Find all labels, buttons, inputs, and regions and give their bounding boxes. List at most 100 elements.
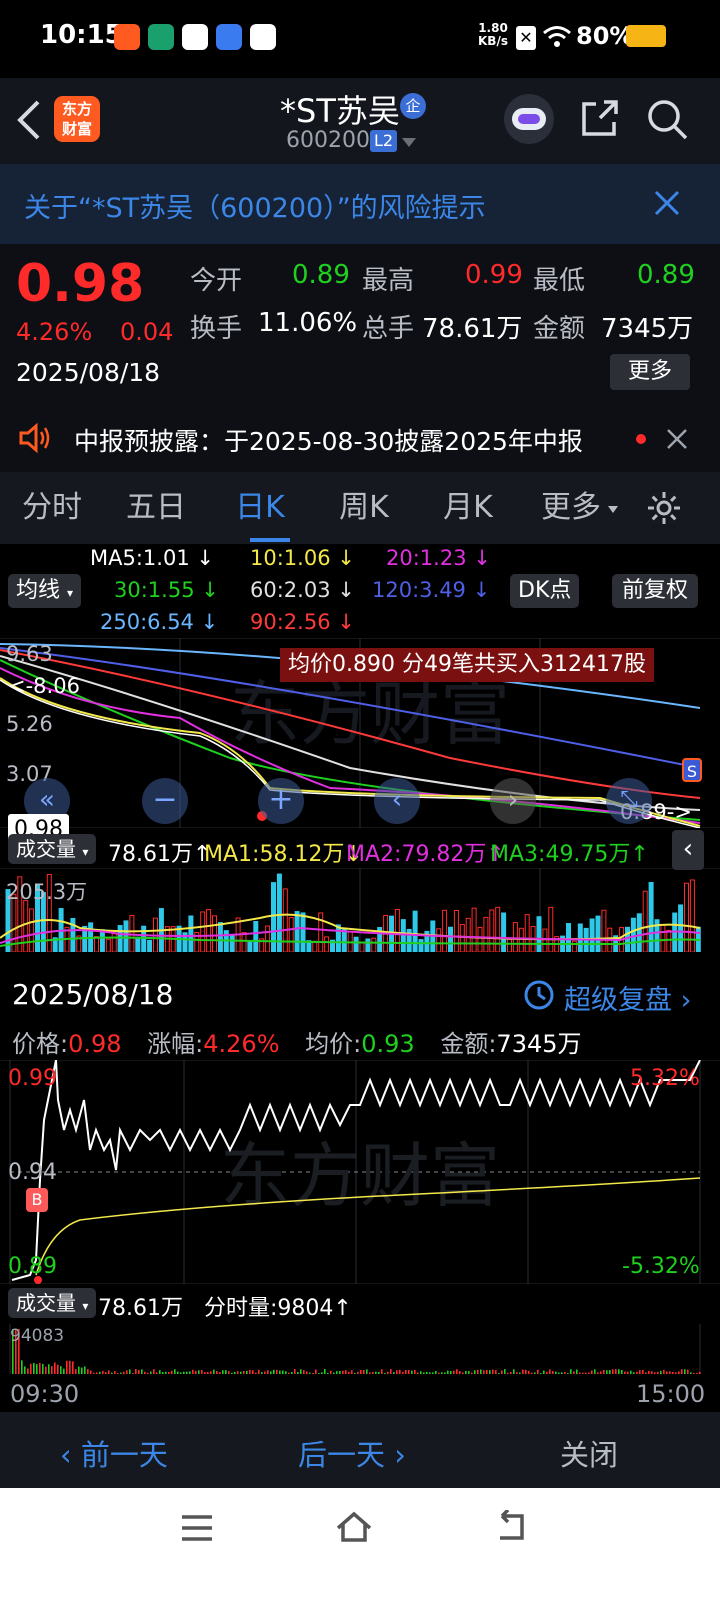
volume-bar xyxy=(577,923,583,952)
zoom-in-icon[interactable]: + xyxy=(258,778,304,824)
minute-volume-bar xyxy=(114,1371,116,1374)
chevron-down-icon[interactable] xyxy=(608,506,618,513)
back-nav-icon[interactable] xyxy=(494,1508,530,1548)
tab-more[interactable]: 更多 xyxy=(526,472,616,544)
minute-volume-bar xyxy=(36,1364,38,1374)
minute-volume-bar xyxy=(171,1370,173,1374)
minute-volume-bar xyxy=(558,1372,560,1374)
minute-volume-bar xyxy=(552,1370,554,1374)
close-icon[interactable] xyxy=(654,190,680,220)
close-icon[interactable] xyxy=(666,428,688,454)
zoom-out-icon[interactable]: − xyxy=(142,778,188,824)
volume-indicator-selector[interactable]: 成交量 ▾ xyxy=(8,834,97,864)
tab-five-day[interactable]: 五日 xyxy=(104,472,208,544)
settings-gear-icon[interactable] xyxy=(646,490,682,530)
minute-volume-bar xyxy=(519,1372,521,1374)
adjust-button[interactable]: 前复权 xyxy=(612,574,698,608)
scroll-left-icon[interactable]: ‹ xyxy=(374,778,420,824)
home-icon[interactable] xyxy=(334,1510,374,1548)
volume-bar xyxy=(601,909,607,952)
minute-volume-bar xyxy=(633,1372,635,1374)
intraday-volume-plot[interactable] xyxy=(0,1324,720,1374)
logo-text-1: 东方 xyxy=(61,100,92,118)
minute-volume-bar xyxy=(393,1372,395,1374)
minute-volume-bar xyxy=(123,1371,125,1374)
minute-volume-bar xyxy=(138,1369,140,1374)
volume-ma2: MA2:79.82万↑ xyxy=(346,842,505,867)
volume-bar xyxy=(471,907,477,952)
scroll-right-icon[interactable]: › xyxy=(490,778,536,824)
minute-volume-bar xyxy=(510,1371,512,1374)
level2-badge[interactable]: L2 xyxy=(370,130,398,152)
minute-volume-bar xyxy=(474,1370,476,1374)
back-arrow-icon[interactable] xyxy=(14,98,44,146)
minute-volume-bar xyxy=(261,1372,263,1374)
volume-bar xyxy=(689,879,695,952)
tab-daily-k[interactable]: 日K xyxy=(208,472,312,544)
volume-bar xyxy=(123,920,129,952)
kline-volume-plot[interactable] xyxy=(0,868,720,952)
minute-volume-bar xyxy=(570,1369,572,1374)
minute-volume-bar xyxy=(45,1366,47,1374)
minute-volume-bar xyxy=(120,1372,122,1374)
buy-badge[interactable]: B xyxy=(26,1188,48,1212)
minute-volume-bar xyxy=(147,1372,149,1374)
volume-bar xyxy=(341,929,347,952)
current-price: 0.98 xyxy=(16,254,145,314)
prev-day-button[interactable]: ‹ 前一天 xyxy=(60,1432,168,1474)
risk-banner-text[interactable]: 关于“*ST苏吴（600200）”的风险提示 xyxy=(24,186,486,225)
minute-volume-bar xyxy=(66,1360,68,1374)
daily-kline-chart[interactable]: MA5:1.01 ↓ 10:1.06 ↓ 20:1.23 ↓ 30:1.55 ↓… xyxy=(0,544,720,964)
quote-panel: 0.98 4.26% 0.04 2025/08/18 今开 0.89 最高 0.… xyxy=(0,244,720,404)
minute-volume-bar xyxy=(111,1372,113,1374)
dk-point-button[interactable]: DK点 xyxy=(510,574,580,608)
chevron-down-icon[interactable] xyxy=(402,138,416,147)
volume-total: 78.61万↑ xyxy=(108,842,212,867)
minute-volume-bar xyxy=(33,1362,35,1374)
robot-avatar-icon[interactable] xyxy=(504,94,554,144)
more-button[interactable]: 更多 xyxy=(610,354,690,390)
volume-bar xyxy=(660,924,666,952)
stock-name[interactable]: *ST苏吴 xyxy=(280,86,400,132)
collapse-panel-icon[interactable]: ‹ xyxy=(672,830,704,870)
super-replay-link[interactable]: 超级复盘 › xyxy=(564,978,691,1017)
share-icon[interactable] xyxy=(580,98,620,142)
sell-badge[interactable]: S xyxy=(682,758,702,782)
notice-text[interactable]: 中报预披露：于2025-08-30披露2025年中报 xyxy=(74,422,583,458)
ma-selector[interactable]: 均线 ▾ xyxy=(8,574,82,608)
net-speed: 1.80 KB/s xyxy=(478,22,508,48)
minute-volume-bar xyxy=(360,1369,362,1374)
minute-volume-bar xyxy=(576,1369,578,1374)
minute-volume-bar xyxy=(117,1372,119,1374)
battery-icon xyxy=(626,25,666,47)
minute-volume-bar xyxy=(30,1363,32,1374)
history-clock-icon[interactable] xyxy=(522,978,556,1016)
tab-intraday[interactable]: 分时 xyxy=(0,472,104,544)
quote-date: 2025/08/18 xyxy=(16,358,161,387)
minute-volume-bar xyxy=(351,1370,353,1374)
minute-volume-bar xyxy=(390,1369,392,1374)
menu-icon[interactable] xyxy=(180,1514,214,1546)
app-logo[interactable]: 东方 财富 xyxy=(54,96,100,142)
minute-volume-bar xyxy=(366,1369,368,1374)
minute-volume-bar xyxy=(672,1371,674,1374)
volume-bar xyxy=(353,936,359,952)
fullscreen-icon[interactable]: ⤡ xyxy=(606,778,652,824)
report-notice[interactable]: 中报预披露：于2025-08-30披露2025年中报 xyxy=(0,404,720,472)
minute-volume-bar xyxy=(612,1369,614,1374)
tab-monthly-k[interactable]: 月K xyxy=(416,472,520,544)
minute-volume-bar xyxy=(507,1372,509,1374)
minute-volume-bar xyxy=(594,1369,596,1374)
minute-volume-bar xyxy=(501,1370,503,1374)
chart-period-tabs: 分时 五日 日K 周K 月K 更多 xyxy=(0,472,720,544)
volume-bar xyxy=(536,916,542,952)
max-price-marker: <-8.06 xyxy=(8,674,80,698)
search-icon[interactable] xyxy=(646,98,688,144)
intraday-price-plot[interactable]: 东方财富 xyxy=(0,1060,720,1284)
close-button[interactable]: 关闭 xyxy=(560,1432,618,1474)
next-day-button[interactable]: 后一天 › xyxy=(298,1432,406,1474)
tab-weekly-k[interactable]: 周K xyxy=(312,472,416,544)
risk-banner[interactable]: 关于“*ST苏吴（600200）”的风险提示 xyxy=(0,164,720,244)
minute-volume-selector[interactable]: 成交量 ▾ xyxy=(8,1288,97,1318)
minute-volume-bar xyxy=(537,1369,539,1374)
